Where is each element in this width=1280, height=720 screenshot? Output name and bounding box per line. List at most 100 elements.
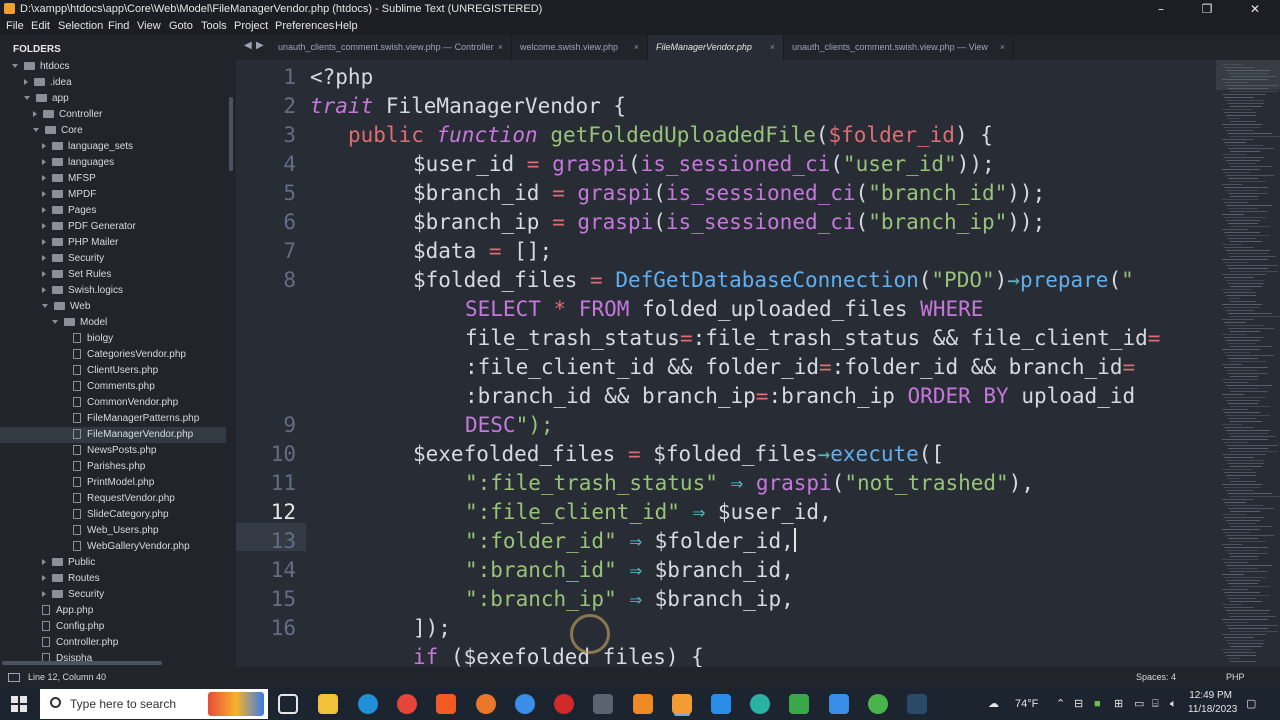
chevron-right-icon[interactable] [42,591,46,598]
chevron-down-icon[interactable] [12,64,18,69]
tab-unauth-view[interactable]: unauth_clients_comment.swish.view.php — … [784,35,1014,60]
chevron-right-icon[interactable] [42,223,46,230]
sidebar-folder[interactable]: language_sets [0,139,226,155]
volume-icon[interactable]: 🔈︎ [1170,688,1177,720]
close-button[interactable]: ✕ [1232,0,1278,18]
chevron-right-icon[interactable] [42,559,46,566]
sidebar-file[interactable]: Web_Users.php [0,523,226,539]
chevron-down-icon[interactable] [42,304,48,309]
tray-app-icon[interactable]: ⊟ [1074,688,1083,720]
sidebar-file[interactable]: WebGalleryVendor.php [0,539,226,555]
taskbar-search-input[interactable]: Type here to search [40,689,268,719]
sidebar-file[interactable]: Parishes.php [0,459,226,475]
sidebar-file[interactable]: biolgy [0,331,226,347]
chevron-right-icon[interactable] [42,239,46,246]
sidebar-file[interactable]: CategoriesVendor.php [0,347,226,363]
windows-start-icon[interactable] [11,696,27,712]
tab-close-icon[interactable]: × [498,35,503,60]
sidebar-folder[interactable]: Routes [0,571,226,587]
sidebar-file[interactable]: Config.php [0,619,226,635]
sidebar-file[interactable]: ClientUsers.php [0,363,226,379]
task-view-icon[interactable] [278,694,298,714]
sidebar-file[interactable]: Controller.php [0,635,226,651]
command-prompt-icon[interactable] [907,694,927,714]
firefox-browser-icon[interactable] [476,694,496,714]
remote-desktop-icon[interactable] [829,694,849,714]
sidebar-folder[interactable]: Controller [0,107,226,123]
weather-icon[interactable]: ☁ [988,688,999,720]
terminal-icon[interactable] [593,694,613,714]
chrome-profile-icon[interactable] [515,694,535,714]
sidebar-folder[interactable]: Core [0,123,226,139]
edge-browser-icon[interactable] [358,694,378,714]
menu-tools[interactable]: Tools [201,18,227,35]
network-app-icon[interactable] [789,694,809,714]
tab-filemanagervendor[interactable]: FileManagerVendor.php × [648,35,784,60]
sidebar-file[interactable]: SlideCategory.php [0,507,226,523]
tab-unauth-controller[interactable]: unauth_clients_comment.swish.view.php — … [270,35,512,60]
tray-overflow-icon[interactable]: ⌃ [1056,688,1065,720]
opera-browser-icon[interactable] [554,694,574,714]
sidebar-folder[interactable]: Public [0,555,226,571]
tab-close-icon[interactable]: × [770,35,775,60]
sidebar-folder[interactable]: Set Rules [0,267,226,283]
code-editor[interactable]: 1 2 3 4 5 6 7 8 9 10 11 12 13 14 15 16 <?php trait File… [236,60,1216,667]
brave-browser-icon[interactable] [436,694,456,714]
tray-grid-icon[interactable]: ⊞ [1114,688,1123,720]
upwork-icon[interactable] [868,694,888,714]
vscode-icon[interactable] [711,694,731,714]
file-explorer-icon[interactable] [318,694,338,714]
minimize-button[interactable]: – [1138,0,1184,18]
menu-project[interactable]: Project [234,18,268,35]
menu-help[interactable]: Help [335,18,358,35]
sidebar-file[interactable]: FileManagerVendor.php [0,427,226,443]
sidebar-folder[interactable]: Pages [0,203,226,219]
sidebar-folder[interactable]: MFSP [0,171,226,187]
notification-icon[interactable]: ▢ [1246,688,1256,720]
sync-app-icon[interactable] [750,694,770,714]
chevron-right-icon[interactable] [42,207,46,214]
sidebar-folder[interactable]: Swish.logics [0,283,226,299]
sidebar-file[interactable]: PrintModel.php [0,475,226,491]
chevron-down-icon[interactable] [52,320,58,325]
chevron-right-icon[interactable] [42,575,46,582]
sidebar-vertical-scrollbar[interactable] [229,97,233,171]
indentation-setting[interactable]: Spaces: 4 [1136,667,1176,688]
panel-toggle-icon[interactable] [8,673,20,682]
menu-view[interactable]: View [137,18,161,35]
chevron-right-icon[interactable] [42,159,46,166]
sidebar-folder[interactable]: PDF Generator [0,219,226,235]
chevron-right-icon[interactable] [42,287,46,294]
tab-scroll-right-icon[interactable]: ▶ [256,40,264,51]
chevron-down-icon[interactable] [24,96,30,101]
menu-edit[interactable]: Edit [31,18,50,35]
menu-preferences[interactable]: Preferences [275,18,334,35]
sidebar-file[interactable]: CommonVendor.php [0,395,226,411]
sublime-text-icon[interactable] [672,694,692,714]
tab-close-icon[interactable]: × [634,35,639,60]
chevron-right-icon[interactable] [33,111,37,118]
tab-scroll-left-icon[interactable]: ◀ [244,40,252,51]
sidebar-file[interactable]: Comments.php [0,379,226,395]
sidebar-file[interactable]: RequestVendor.php [0,491,226,507]
sidebar-file[interactable]: NewsPosts.php [0,443,226,459]
chevron-right-icon[interactable] [42,191,46,198]
sidebar-folder[interactable]: Security [0,251,226,267]
minimap[interactable] [1216,60,1280,667]
chevron-right-icon[interactable] [42,255,46,262]
sidebar-folder[interactable]: .idea [0,75,226,91]
clock[interactable]: 12:49 PM 11/18/2023 [1188,689,1237,717]
sidebar-folder[interactable]: MPDF [0,187,226,203]
menu-file[interactable]: File [6,18,24,35]
tab-welcome[interactable]: welcome.swish.view.php × [512,35,648,60]
menu-find[interactable]: Find [108,18,129,35]
network-icon[interactable]: ⌸ [1152,688,1159,720]
sidebar-folder[interactable]: Security [0,587,226,603]
chevron-right-icon[interactable] [42,143,46,150]
menu-goto[interactable]: Goto [169,18,193,35]
sidebar-folder[interactable]: Web [0,299,226,315]
tray-display-icon[interactable]: ▭ [1134,688,1144,720]
sidebar-folder[interactable]: htdocs [0,59,226,75]
chevron-right-icon[interactable] [42,175,46,182]
chevron-right-icon[interactable] [42,271,46,278]
